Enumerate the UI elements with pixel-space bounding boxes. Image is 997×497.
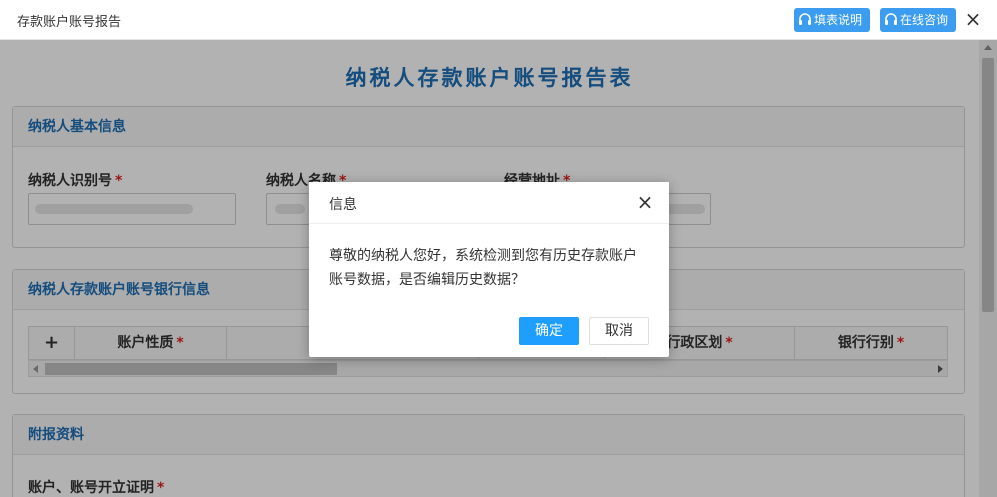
info-dialog: 信息 × 尊敬的纳税人您好，系统检测到您有历史存款账户账号数据，是否编辑历史数据… bbox=[309, 182, 669, 357]
dialog-message: 尊敬的纳税人您好，系统检测到您有历史存款账户账号数据，是否编辑历史数据？ bbox=[329, 248, 637, 288]
headset-icon bbox=[885, 13, 897, 25]
window-title: 存款账户账号报告 bbox=[17, 15, 122, 30]
dialog-header: 信息 × bbox=[309, 182, 669, 224]
headset-icon bbox=[799, 13, 811, 25]
dialog-title: 信息 bbox=[329, 197, 357, 213]
online-consult-label: 在线咨询 bbox=[900, 13, 949, 27]
online-consult-button[interactable]: 在线咨询 bbox=[880, 8, 956, 32]
cancel-button[interactable]: 取消 bbox=[589, 317, 649, 345]
window-titlebar: 存款账户账号报告 填表说明 在线咨询 × bbox=[0, 0, 997, 40]
dialog-close-icon[interactable]: × bbox=[635, 192, 655, 212]
form-instructions-button[interactable]: 填表说明 bbox=[794, 8, 870, 32]
confirm-button[interactable]: 确定 bbox=[519, 317, 579, 345]
form-instructions-label: 填表说明 bbox=[814, 13, 863, 27]
window-close-icon[interactable]: × bbox=[963, 9, 983, 29]
